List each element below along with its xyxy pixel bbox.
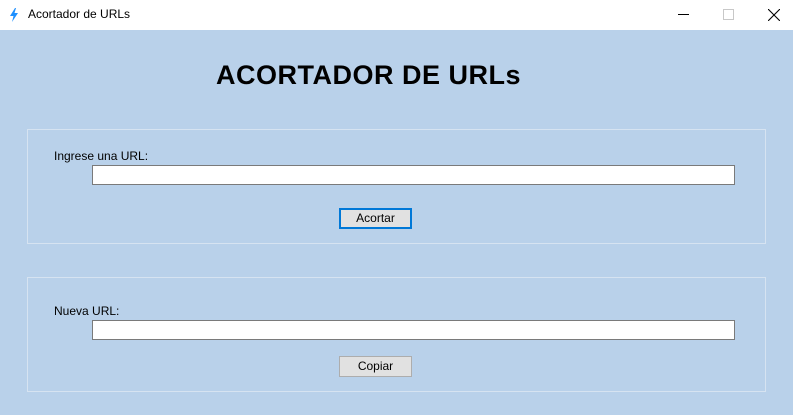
copy-button[interactable]: Copiar — [339, 356, 412, 377]
minimize-button[interactable] — [661, 0, 706, 30]
close-icon — [768, 9, 780, 21]
maximize-button[interactable] — [706, 0, 751, 30]
url-input-label: Ingrese una URL: — [54, 149, 149, 163]
title-bar[interactable]: Acortador de URLs — [0, 0, 793, 30]
maximize-icon — [723, 9, 734, 20]
close-button[interactable] — [751, 0, 793, 30]
new-url-field[interactable] — [92, 320, 735, 340]
minimize-icon — [678, 14, 689, 15]
url-input[interactable] — [92, 165, 735, 185]
new-url-label: Nueva URL: — [54, 304, 120, 318]
app-window: Acortador de URLs ACORTADOR DE URLs Ingr… — [0, 0, 793, 415]
page-heading: ACORTADOR DE URLs — [216, 60, 521, 90]
window-title: Acortador de URLs — [28, 7, 131, 21]
lightning-bolt-icon — [9, 8, 19, 22]
shorten-button[interactable]: Acortar — [339, 208, 412, 229]
